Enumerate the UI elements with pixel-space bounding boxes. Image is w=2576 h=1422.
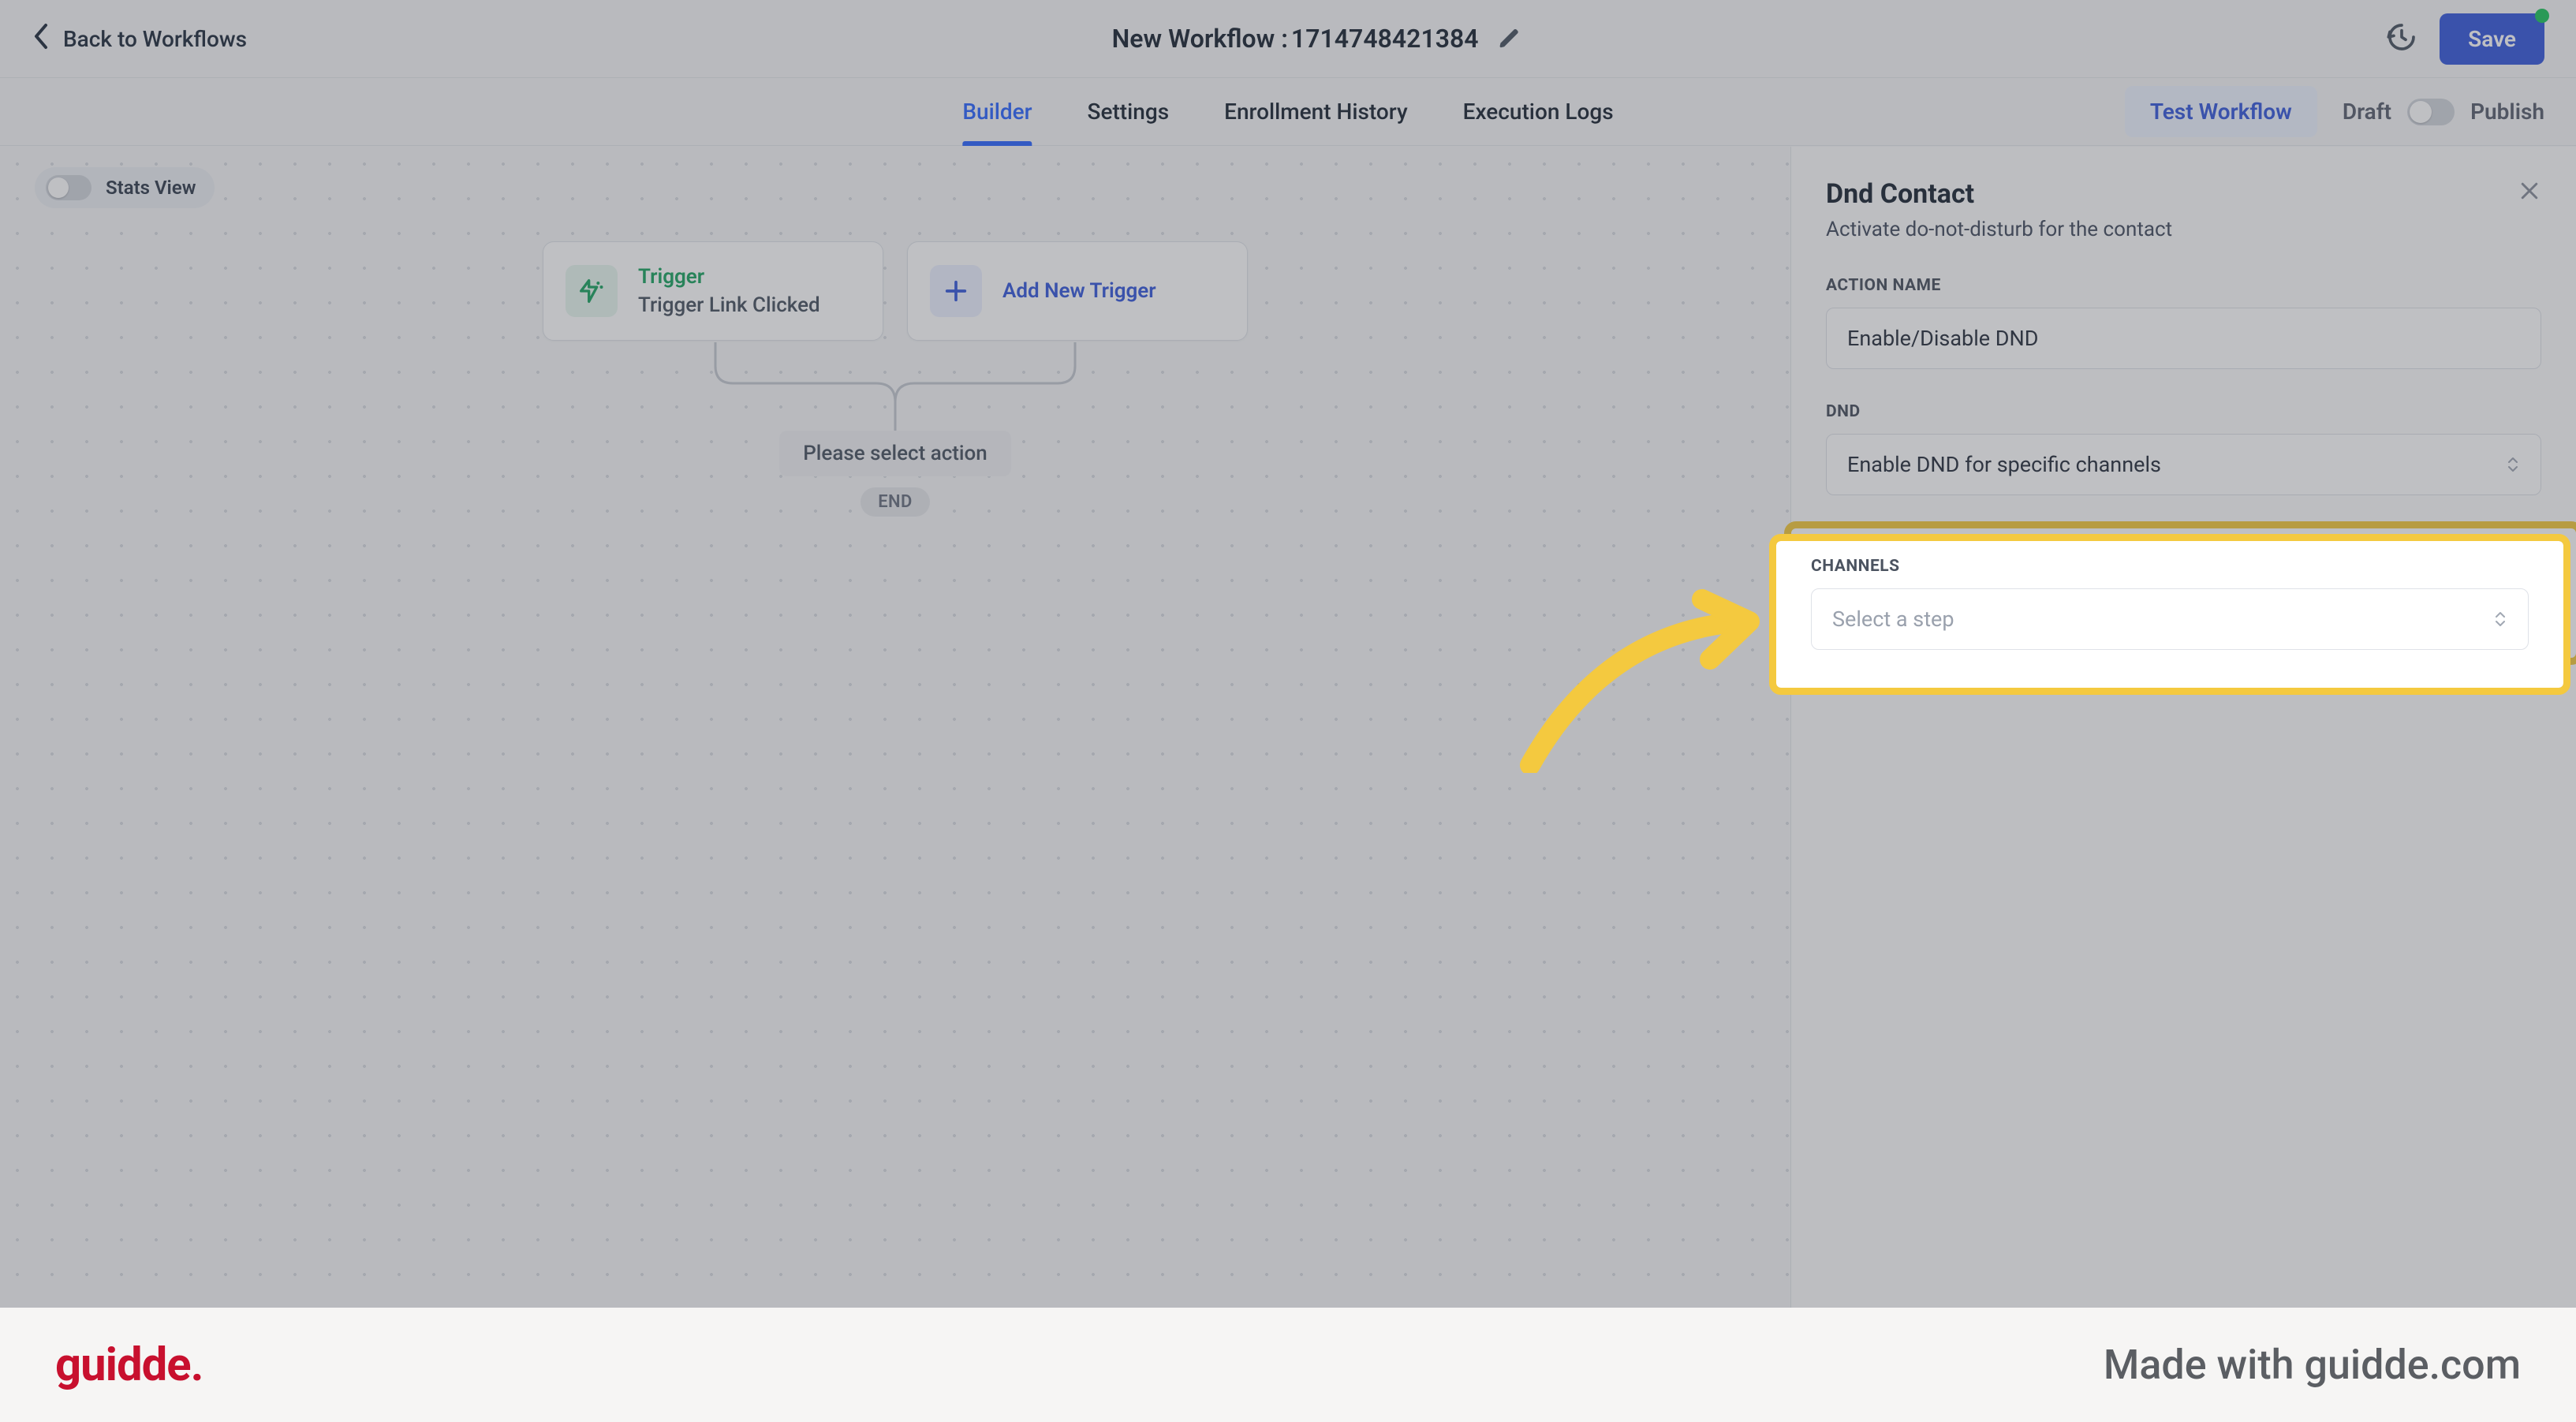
chevron-left-icon	[32, 22, 50, 56]
tab-execution-logs[interactable]: Execution Logs	[1463, 78, 1614, 145]
channels-select-hl[interactable]: Select a step	[1811, 588, 2529, 650]
action-name-input[interactable]	[1826, 308, 2541, 369]
tab-settings[interactable]: Settings	[1088, 78, 1170, 145]
stats-switch[interactable]	[46, 175, 91, 200]
chevron-updown-icon	[2506, 456, 2520, 473]
channels-label-hl: CHANNELS	[1811, 557, 2529, 576]
chevron-updown-icon	[2493, 610, 2507, 628]
action-name-label: ACTION NAME	[1826, 276, 2541, 295]
publish-toggle[interactable]	[2407, 99, 2455, 125]
close-panel-icon[interactable]	[2518, 178, 2541, 210]
dnd-label: DND	[1826, 402, 2541, 421]
trigger-card[interactable]: Trigger Trigger Link Clicked	[543, 241, 883, 341]
connector-line	[714, 341, 1077, 445]
trigger-icon	[566, 265, 618, 317]
end-node: END	[861, 487, 930, 517]
test-workflow-button[interactable]: Test Workflow	[2125, 86, 2317, 137]
history-icon[interactable]	[2386, 21, 2417, 56]
draft-label: Draft	[2343, 99, 2391, 125]
add-trigger-card[interactable]: Add New Trigger	[907, 241, 1248, 341]
select-action-placeholder[interactable]: Please select action	[779, 431, 1011, 476]
panel-title: Dnd Contact	[1826, 178, 2172, 210]
panel-subtitle: Activate do-not-disturb for the contact	[1826, 218, 2172, 241]
trigger-subtitle: Trigger Link Clicked	[638, 293, 820, 317]
unsaved-indicator	[2535, 9, 2549, 23]
guidde-logo: guidde.	[55, 1338, 203, 1392]
stats-view-toggle[interactable]: Stats View	[35, 167, 215, 208]
tab-enrollment-history[interactable]: Enrollment History	[1224, 78, 1408, 145]
back-label: Back to Workflows	[63, 26, 247, 52]
publish-label: Publish	[2470, 99, 2544, 125]
plus-icon	[930, 265, 982, 317]
made-with-text: Made with guidde.com	[2104, 1341, 2521, 1389]
dnd-select[interactable]: Enable DND for specific channels	[1826, 434, 2541, 495]
tab-builder[interactable]: Builder	[962, 78, 1032, 145]
back-to-workflows[interactable]: Back to Workflows	[32, 22, 247, 56]
workflow-title-prefix: New Workflow :	[1112, 24, 1288, 54]
workflow-title-id: 1714748421384	[1291, 24, 1479, 54]
save-button[interactable]: Save	[2440, 13, 2544, 65]
trigger-title: Trigger	[638, 265, 820, 289]
edit-title-icon[interactable]	[1498, 27, 1521, 50]
highlighted-channels-section: CHANNELS Select a step	[1776, 541, 2563, 688]
